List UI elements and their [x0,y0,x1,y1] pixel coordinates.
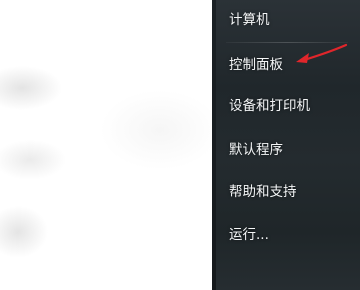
menu-item-help-and-support[interactable]: 帮助和支持 [229,177,349,207]
menu-item-run[interactable]: 运行... [229,220,349,250]
menu-item-computer[interactable]: 计算机 [229,5,349,35]
menu-item-control-panel[interactable]: 控制面板 [229,50,349,80]
menu-item-default-programs[interactable]: 默认程序 [229,135,349,165]
menu-item-devices-and-printers[interactable]: 设备和打印机 [229,91,349,121]
blurred-background [0,0,212,290]
menu-separator [226,42,348,43]
